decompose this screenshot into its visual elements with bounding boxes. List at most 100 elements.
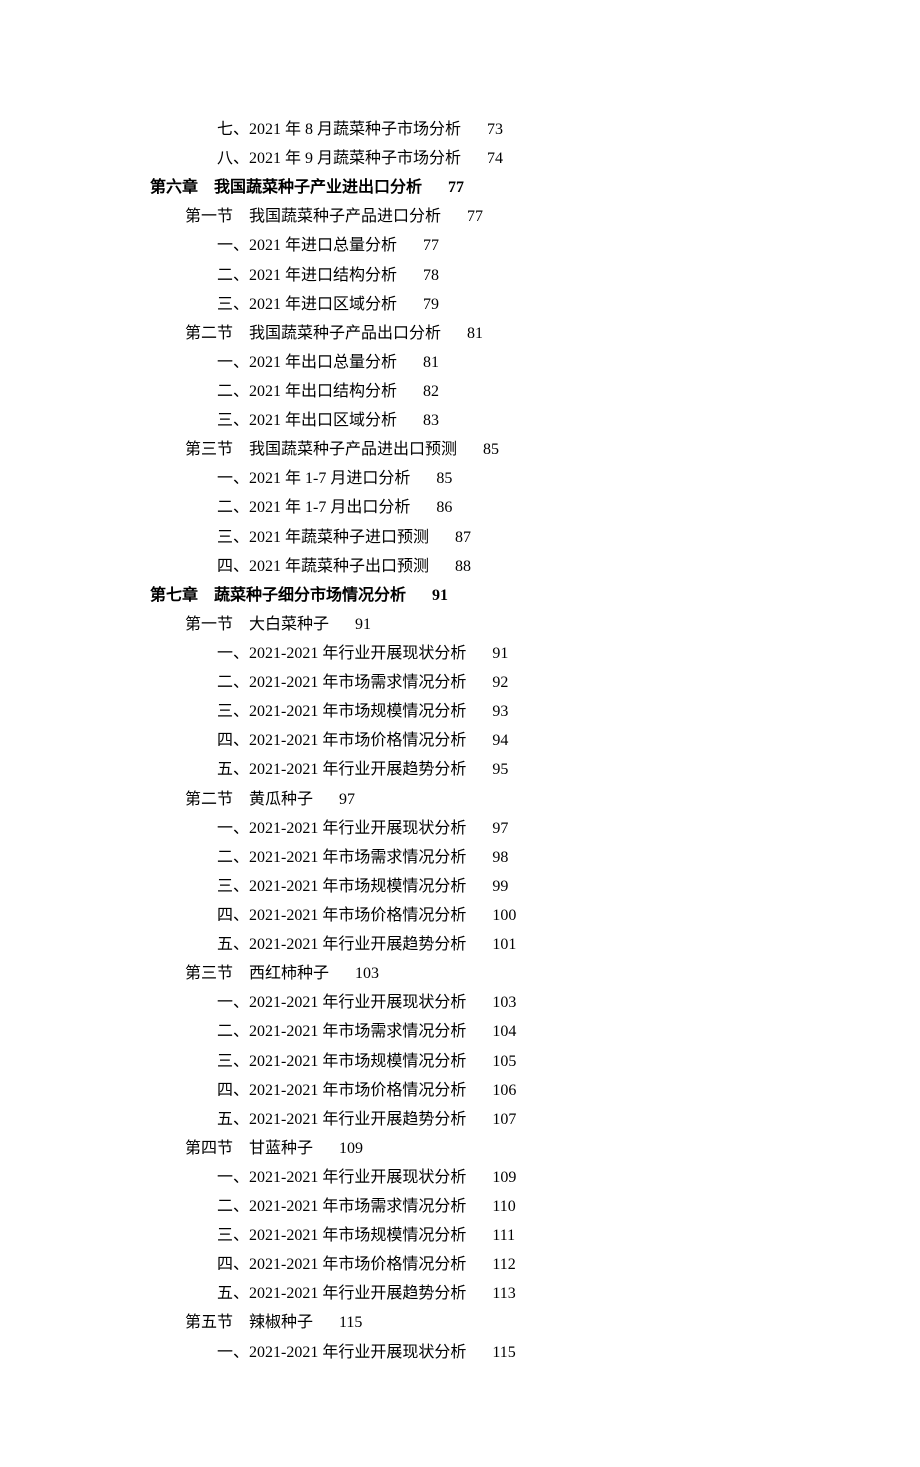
toc-entry-page: 115 bbox=[492, 1344, 515, 1361]
toc-entry: 三、2021 年进口区域分析 79 bbox=[150, 290, 770, 319]
toc-entry-title: 第四节 甘蓝种子 bbox=[185, 1140, 313, 1157]
toc-entry-title: 三、2021-2021 年市场规模情况分析 bbox=[217, 703, 466, 720]
toc-entry-title: 第七章 蔬菜种子细分市场情况分析 bbox=[150, 587, 406, 604]
toc-entry-title: 三、2021-2021 年市场规模情况分析 bbox=[217, 1227, 466, 1244]
toc-entry-page: 101 bbox=[492, 936, 516, 953]
toc-entry: 四、2021-2021 年市场价格情况分析106 bbox=[150, 1076, 770, 1105]
toc-entry-title: 一、2021 年出口总量分析 bbox=[217, 354, 397, 371]
toc-entry-title: 三、2021-2021 年市场规模情况分析 bbox=[217, 1053, 466, 1070]
toc-entry: 四、2021-2021 年市场价格情况分析 100 bbox=[150, 901, 770, 930]
toc-entry: 四、2021-2021 年市场价格情况分析94 bbox=[150, 726, 770, 755]
toc-entry: 二、2021 年进口结构分析 78 bbox=[150, 261, 770, 290]
toc-entry-title: 四、2021-2021 年市场价格情况分析 bbox=[217, 1082, 466, 1099]
toc-entry-title: 三、2021 年进口区域分析 bbox=[217, 296, 397, 313]
toc-entry: 三、2021-2021 年市场规模情况分析93 bbox=[150, 697, 770, 726]
toc-entry-page: 97 bbox=[339, 791, 355, 808]
toc-entry: 第一节 我国蔬菜种子产品进口分析77 bbox=[150, 202, 770, 231]
toc-entry: 第三节 我国蔬菜种子产品进出口预测 85 bbox=[150, 435, 770, 464]
toc-entry-page: 98 bbox=[492, 849, 508, 866]
toc-entry: 五、2021-2021 年行业开展趋势分析 107 bbox=[150, 1105, 770, 1134]
toc-entry-title: 二、2021 年 1-7 月出口分析 bbox=[217, 499, 410, 516]
toc-entry-title: 第五节 辣椒种子 bbox=[185, 1314, 313, 1331]
toc-entry-page: 115 bbox=[339, 1314, 362, 1331]
toc-entry: 第七章 蔬菜种子细分市场情况分析 91 bbox=[150, 581, 770, 610]
toc-entry-title: 二、2021 年出口结构分析 bbox=[217, 383, 397, 400]
toc-entry: 第五节 辣椒种子 115 bbox=[150, 1308, 770, 1337]
toc-entry-title: 一、2021-2021 年行业开展现状分析 bbox=[217, 1344, 466, 1361]
toc-entry: 二、2021 年出口结构分析 82 bbox=[150, 377, 770, 406]
toc-entry-page: 85 bbox=[483, 441, 499, 458]
toc-entry-page: 88 bbox=[455, 558, 471, 575]
toc-entry-title: 二、2021-2021 年市场需求情况分析 bbox=[217, 1023, 466, 1040]
toc-entry-title: 五、2021-2021 年行业开展趋势分析 bbox=[217, 1111, 466, 1128]
toc-entry: 五、2021-2021 年行业开展趋势分析101 bbox=[150, 930, 770, 959]
toc-entry: 三、2021-2021 年市场规模情况分析 111 bbox=[150, 1221, 770, 1250]
toc-entry: 第三节 西红柿种子 103 bbox=[150, 959, 770, 988]
toc-entry: 一、2021-2021 年行业开展现状分析 115 bbox=[150, 1338, 770, 1367]
toc-entry: 三、2021-2021 年市场规模情况分析 105 bbox=[150, 1047, 770, 1076]
toc-entry: 第六章 我国蔬菜种子产业进出口分析77 bbox=[150, 173, 770, 202]
toc-entry-page: 111 bbox=[492, 1227, 515, 1244]
toc-entry-title: 二、2021-2021 年市场需求情况分析 bbox=[217, 674, 466, 691]
toc-entry-title: 第三节 我国蔬菜种子产品进出口预测 bbox=[185, 441, 457, 458]
toc-entry-page: 91 bbox=[432, 587, 448, 604]
toc-entry-page: 81 bbox=[423, 354, 439, 371]
toc-entry-title: 第二节 我国蔬菜种子产品出口分析 bbox=[185, 325, 441, 342]
toc-entry-page: 73 bbox=[487, 121, 503, 138]
toc-entry-page: 92 bbox=[492, 674, 508, 691]
toc-entry-title: 一、2021-2021 年行业开展现状分析 bbox=[217, 1169, 466, 1186]
toc-entry-title: 二、2021-2021 年市场需求情况分析 bbox=[217, 849, 466, 866]
toc-entry-page: 105 bbox=[492, 1053, 516, 1070]
toc-entry-page: 78 bbox=[423, 267, 439, 284]
toc-entry-title: 五、2021-2021 年行业开展趋势分析 bbox=[217, 761, 466, 778]
toc-entry-title: 一、2021-2021 年行业开展现状分析 bbox=[217, 645, 466, 662]
toc-entry: 三、2021-2021 年市场规模情况分析 99 bbox=[150, 872, 770, 901]
toc-entry-page: 103 bbox=[355, 965, 379, 982]
toc-entry-page: 83 bbox=[423, 412, 439, 429]
toc-entry-page: 91 bbox=[355, 616, 371, 633]
toc-entry-page: 100 bbox=[492, 907, 516, 924]
toc-entry-page: 82 bbox=[423, 383, 439, 400]
toc-entry: 一、2021-2021 年行业开展现状分析91 bbox=[150, 639, 770, 668]
toc-entry-page: 99 bbox=[492, 878, 508, 895]
toc-entry: 五、2021-2021 年行业开展趋势分析95 bbox=[150, 755, 770, 784]
toc-entry-page: 97 bbox=[492, 820, 508, 837]
toc-entry: 三、2021 年出口区域分析 83 bbox=[150, 406, 770, 435]
toc-entry-title: 二、2021 年进口结构分析 bbox=[217, 267, 397, 284]
toc-entry-title: 第三节 西红柿种子 bbox=[185, 965, 329, 982]
toc-entry-page: 85 bbox=[436, 470, 452, 487]
toc-entry-title: 五、2021-2021 年行业开展趋势分析 bbox=[217, 1285, 466, 1302]
toc-entry: 二、2021-2021 年市场需求情况分析 104 bbox=[150, 1017, 770, 1046]
toc-entry-page: 109 bbox=[339, 1140, 363, 1157]
toc-entry-title: 三、2021 年出口区域分析 bbox=[217, 412, 397, 429]
toc-entry-title: 二、2021-2021 年市场需求情况分析 bbox=[217, 1198, 466, 1215]
toc-entry-title: 一、2021-2021 年行业开展现状分析 bbox=[217, 820, 466, 837]
toc-entry-title: 七、2021 年 8 月蔬菜种子市场分析 bbox=[217, 121, 461, 138]
toc-entry-page: 107 bbox=[492, 1111, 516, 1128]
toc-entry-title: 八、2021 年 9 月蔬菜种子市场分析 bbox=[217, 150, 461, 167]
toc-entry: 一、2021 年进口总量分析77 bbox=[150, 231, 770, 260]
toc-entry-page: 86 bbox=[436, 499, 452, 516]
toc-entry-page: 109 bbox=[492, 1169, 516, 1186]
toc-entry: 一、2021-2021 年行业开展现状分析 103 bbox=[150, 988, 770, 1017]
toc-entry: 八、2021 年 9 月蔬菜种子市场分析74 bbox=[150, 144, 770, 173]
toc-entry-title: 一、2021-2021 年行业开展现状分析 bbox=[217, 994, 466, 1011]
toc-entry: 二、2021-2021 年市场需求情况分析 92 bbox=[150, 668, 770, 697]
toc-page: 七、2021 年 8 月蔬菜种子市场分析 73 八、2021 年 9 月蔬菜种子市场… bbox=[0, 0, 920, 1467]
toc-entry-page: 79 bbox=[423, 296, 439, 313]
toc-entry: 三、2021 年蔬菜种子进口预测87 bbox=[150, 523, 770, 552]
toc-entry-page: 110 bbox=[492, 1198, 515, 1215]
toc-entry-page: 77 bbox=[467, 208, 483, 225]
toc-entry: 一、2021-2021 年行业开展现状分析 109 bbox=[150, 1163, 770, 1192]
toc-entry-title: 四、2021-2021 年市场价格情况分析 bbox=[217, 732, 466, 749]
toc-entry: 第二节 黄瓜种子 97 bbox=[150, 785, 770, 814]
toc-entry-title: 第二节 黄瓜种子 bbox=[185, 791, 313, 808]
toc-entry: 四、2021-2021 年市场价格情况分析112 bbox=[150, 1250, 770, 1279]
toc-entry-title: 第一节 大白菜种子 bbox=[185, 616, 329, 633]
toc-entry-page: 77 bbox=[448, 179, 464, 196]
toc-entry-page: 103 bbox=[492, 994, 516, 1011]
toc-entry-title: 三、2021-2021 年市场规模情况分析 bbox=[217, 878, 466, 895]
toc-entry-page: 104 bbox=[492, 1023, 516, 1040]
toc-entry: 一、2021-2021 年行业开展现状分析 97 bbox=[150, 814, 770, 843]
toc-entry-title: 四、2021-2021 年市场价格情况分析 bbox=[217, 907, 466, 924]
